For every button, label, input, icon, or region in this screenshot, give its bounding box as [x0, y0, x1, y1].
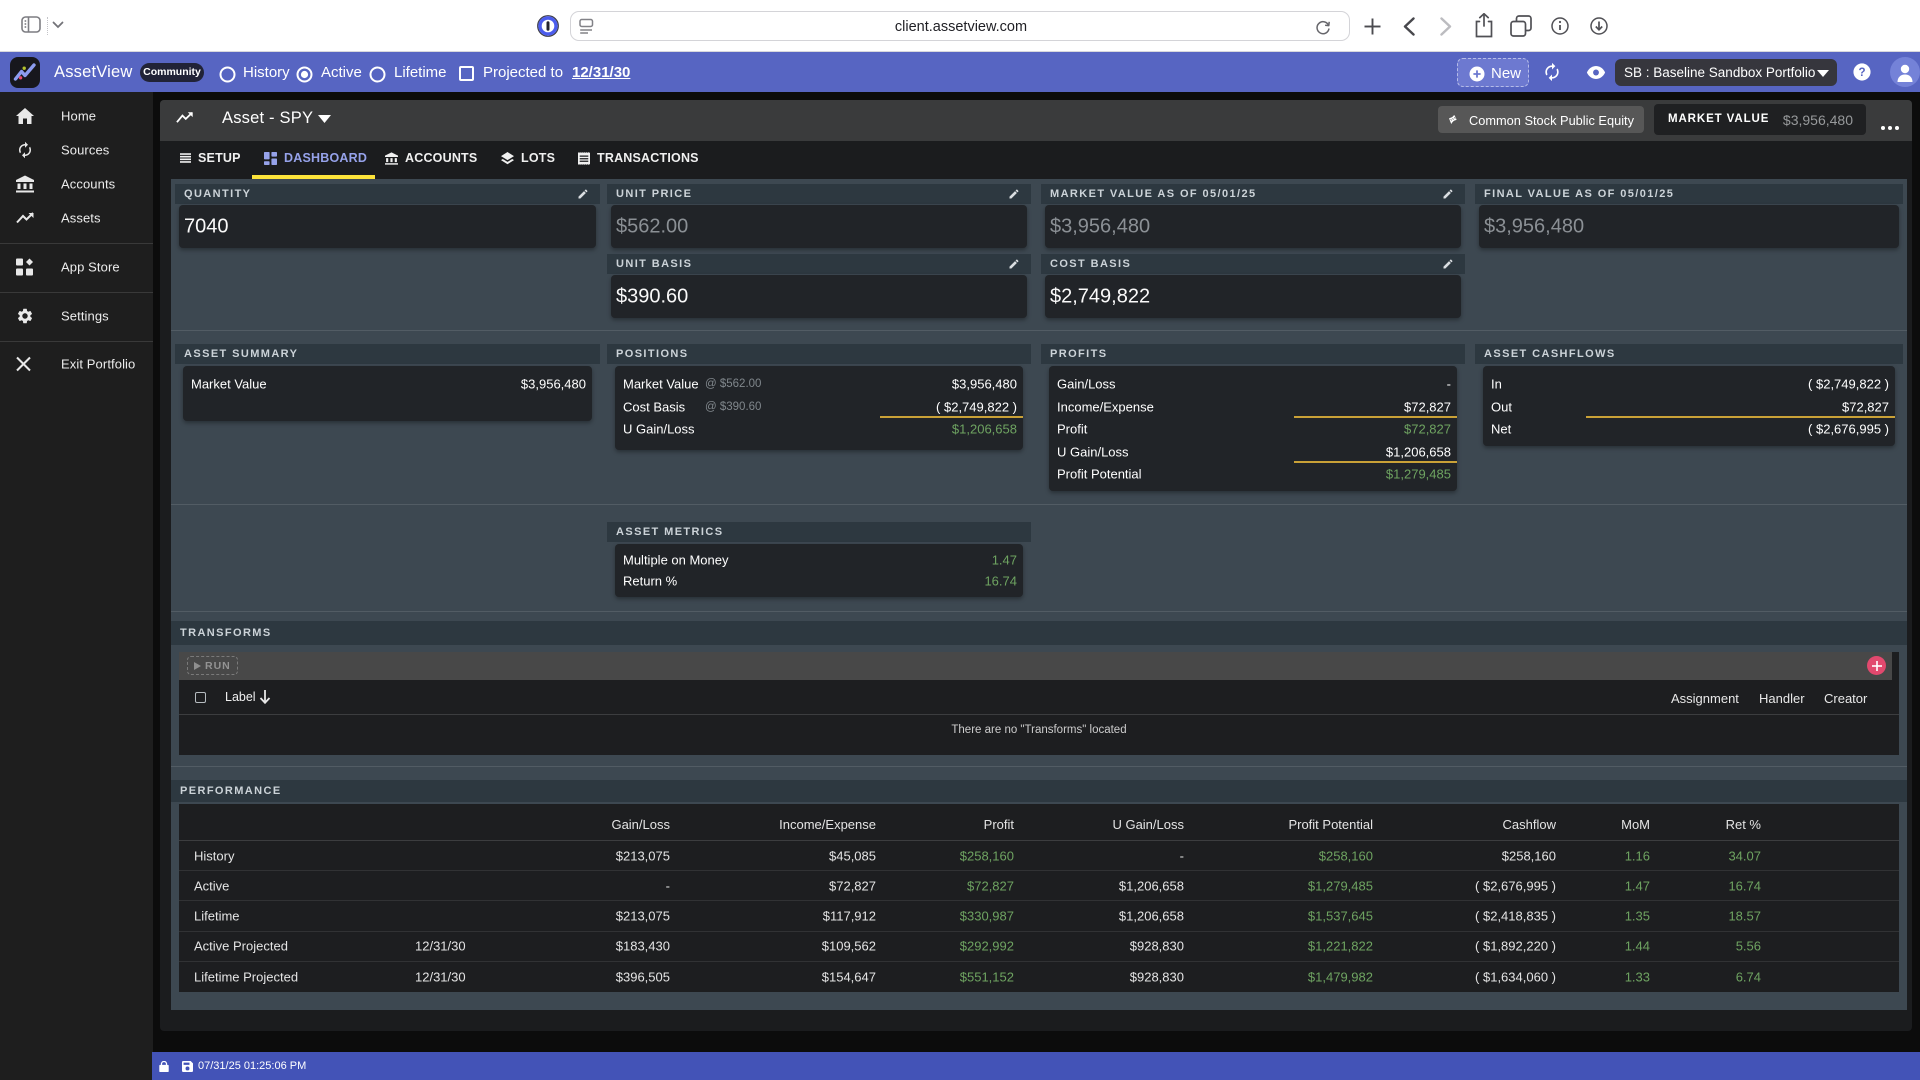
svg-text:?: ?: [1858, 67, 1865, 79]
